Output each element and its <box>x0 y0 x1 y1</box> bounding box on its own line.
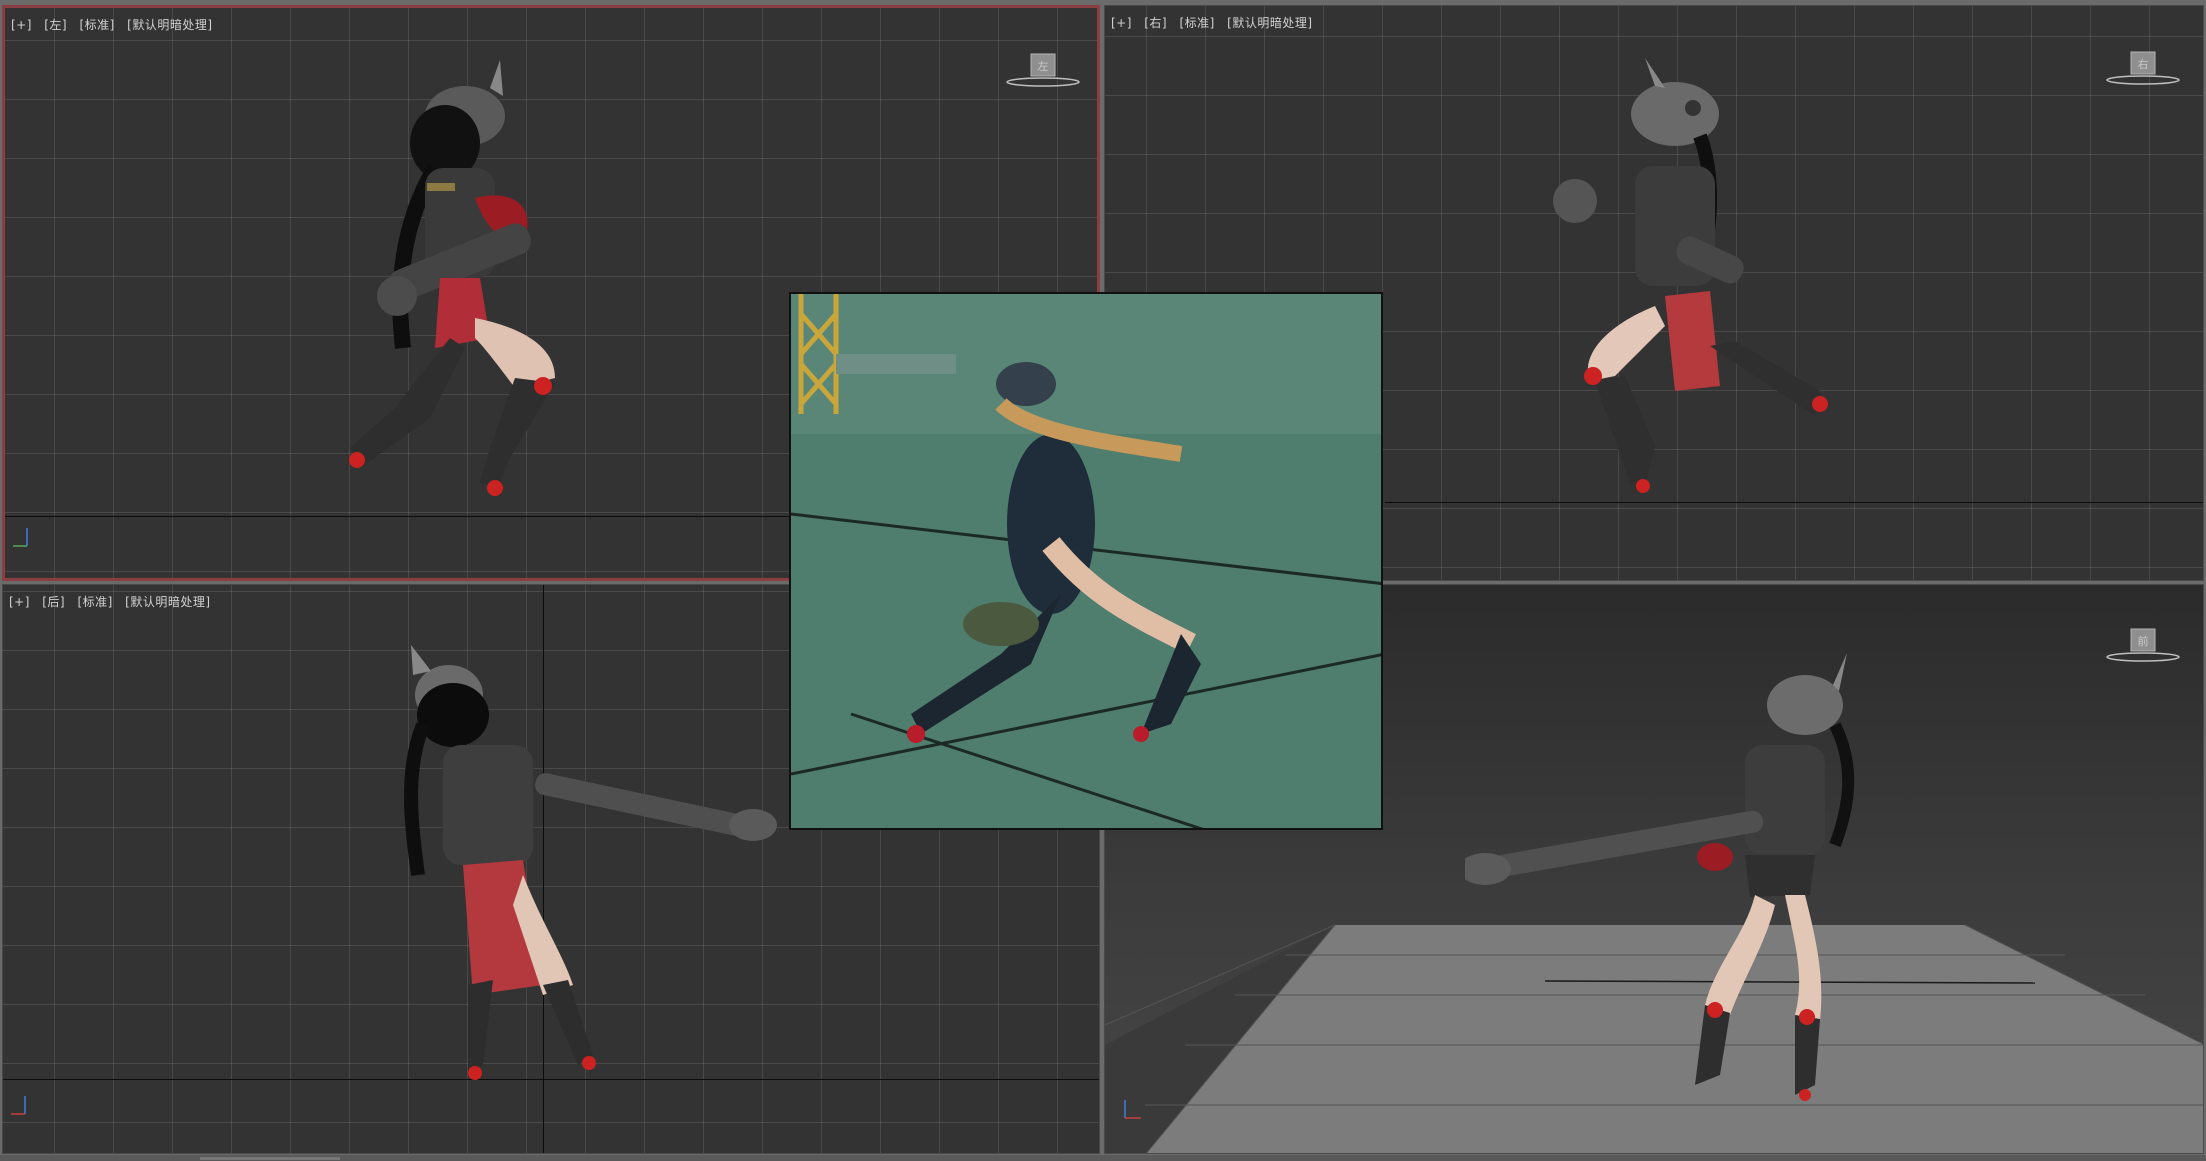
character-model[interactable] <box>1465 645 1905 1115</box>
bottom-status-strip <box>0 1155 2206 1161</box>
viewport-menu-plus[interactable]: [+] <box>9 595 30 609</box>
reference-video-frame[interactable] <box>789 292 1383 830</box>
viewport-label-right: [+] [右] [标准] [默认明暗处理] <box>1111 14 1321 31</box>
axis-tripod-icon <box>13 528 28 547</box>
character-model[interactable] <box>285 48 625 528</box>
viewport-view-menu[interactable]: [左] <box>44 18 67 32</box>
viewcube-icon[interactable]: 前 <box>2105 625 2181 665</box>
character-model[interactable] <box>1535 46 1875 526</box>
viewport-view-menu[interactable]: [右] <box>1144 16 1167 30</box>
viewport-shading-menu[interactable]: [标准] <box>79 18 114 32</box>
viewport-menu-plus[interactable]: [+] <box>11 18 32 32</box>
viewport-label-left: [+] [左] [标准] [默认明暗处理] <box>11 16 221 33</box>
viewport-lighting-menu[interactable]: [默认明暗处理] <box>125 595 210 609</box>
viewport-view-menu[interactable]: [后] <box>42 595 65 609</box>
viewcube-icon[interactable]: 右 <box>2105 48 2181 88</box>
viewport-shading-menu[interactable]: [标准] <box>77 595 112 609</box>
viewcube-face-label: 右 <box>2138 57 2149 71</box>
character-model[interactable] <box>383 635 823 1115</box>
viewcube-face-label: 左 <box>1038 60 1049 73</box>
viewport-lighting-menu[interactable]: [默认明暗处理] <box>1227 16 1312 30</box>
viewport-label-back: [+] [后] [标准] [默认明暗处理] <box>9 593 219 610</box>
axis-tripod-icon <box>11 1096 26 1115</box>
viewcube-icon[interactable]: 左 <box>1005 50 1081 90</box>
viewport-menu-plus[interactable]: [+] <box>1111 16 1132 30</box>
viewcube-face-label: 前 <box>2138 634 2149 648</box>
viewport-shading-menu[interactable]: [标准] <box>1179 16 1214 30</box>
reference-video-image <box>791 294 1381 828</box>
timeline-marker[interactable] <box>200 1157 340 1160</box>
axis-tripod-icon <box>1124 1100 1141 1119</box>
viewport-lighting-menu[interactable]: [默认明暗处理] <box>127 18 212 32</box>
